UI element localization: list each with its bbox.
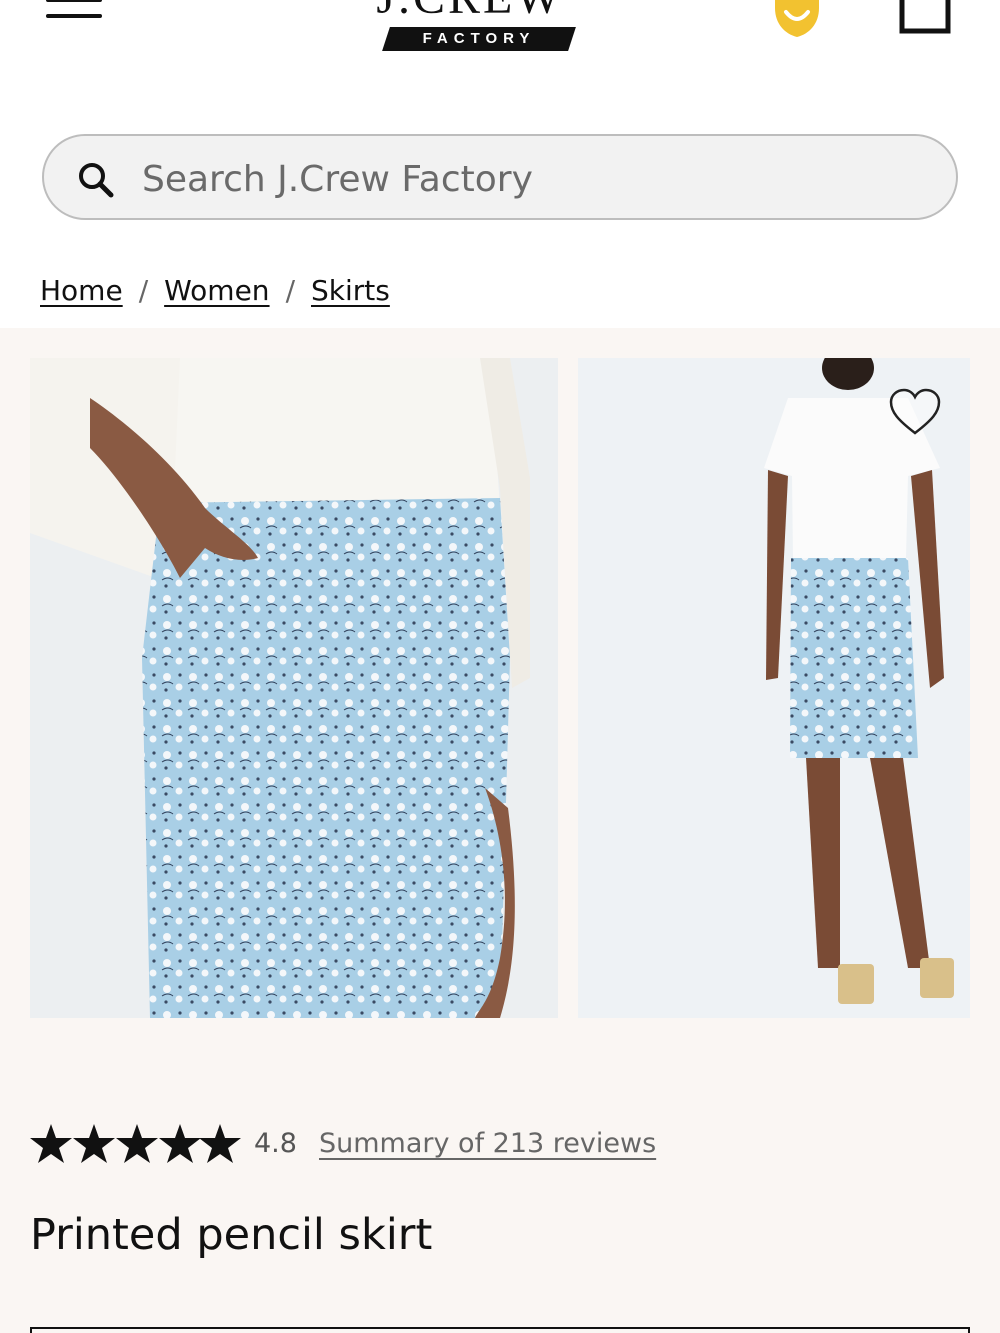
rating-value: 4.8 (254, 1128, 297, 1159)
rating-stars (30, 1124, 241, 1163)
product-photo-back-full[interactable] (578, 358, 970, 1018)
product-gallery (0, 328, 1000, 1333)
hamburger-menu-icon[interactable] (46, 0, 104, 20)
star-icon (30, 1124, 72, 1163)
product-title: Printed pencil skirt (30, 1210, 433, 1260)
star-icon (199, 1124, 241, 1163)
star-icon (159, 1124, 201, 1163)
product-photo-front-closeup[interactable] (30, 358, 558, 1018)
size-selector-top-edge (30, 1327, 970, 1333)
search-input[interactable] (140, 150, 904, 208)
rewards-smile-icon[interactable] (771, 0, 823, 38)
product-photo-back-art (578, 358, 970, 1018)
breadcrumb-women[interactable]: Women (164, 274, 269, 307)
product-photo-front-art (30, 358, 558, 1018)
search-bar[interactable] (42, 134, 958, 220)
star-icon (116, 1124, 158, 1163)
logo-wordmark: J.CREW (350, 0, 590, 22)
breadcrumb-skirts[interactable]: Skirts (311, 274, 390, 307)
logo-factory-text: FACTORY (422, 30, 536, 47)
breadcrumb: Home / Women / Skirts (40, 274, 390, 314)
star-icon (73, 1124, 115, 1163)
reviews-summary-link[interactable]: Summary of 213 reviews (319, 1128, 656, 1159)
heart-icon[interactable] (888, 388, 942, 438)
site-header: J.CREW FACTORY (0, 0, 1000, 100)
shopping-bag-icon[interactable] (898, 0, 952, 34)
breadcrumb-home[interactable]: Home (40, 274, 123, 307)
breadcrumb-separator: / (138, 274, 149, 307)
breadcrumb-separator: / (285, 274, 295, 307)
jcrew-factory-logo[interactable]: J.CREW FACTORY (350, 0, 590, 54)
search-icon (79, 163, 114, 198)
